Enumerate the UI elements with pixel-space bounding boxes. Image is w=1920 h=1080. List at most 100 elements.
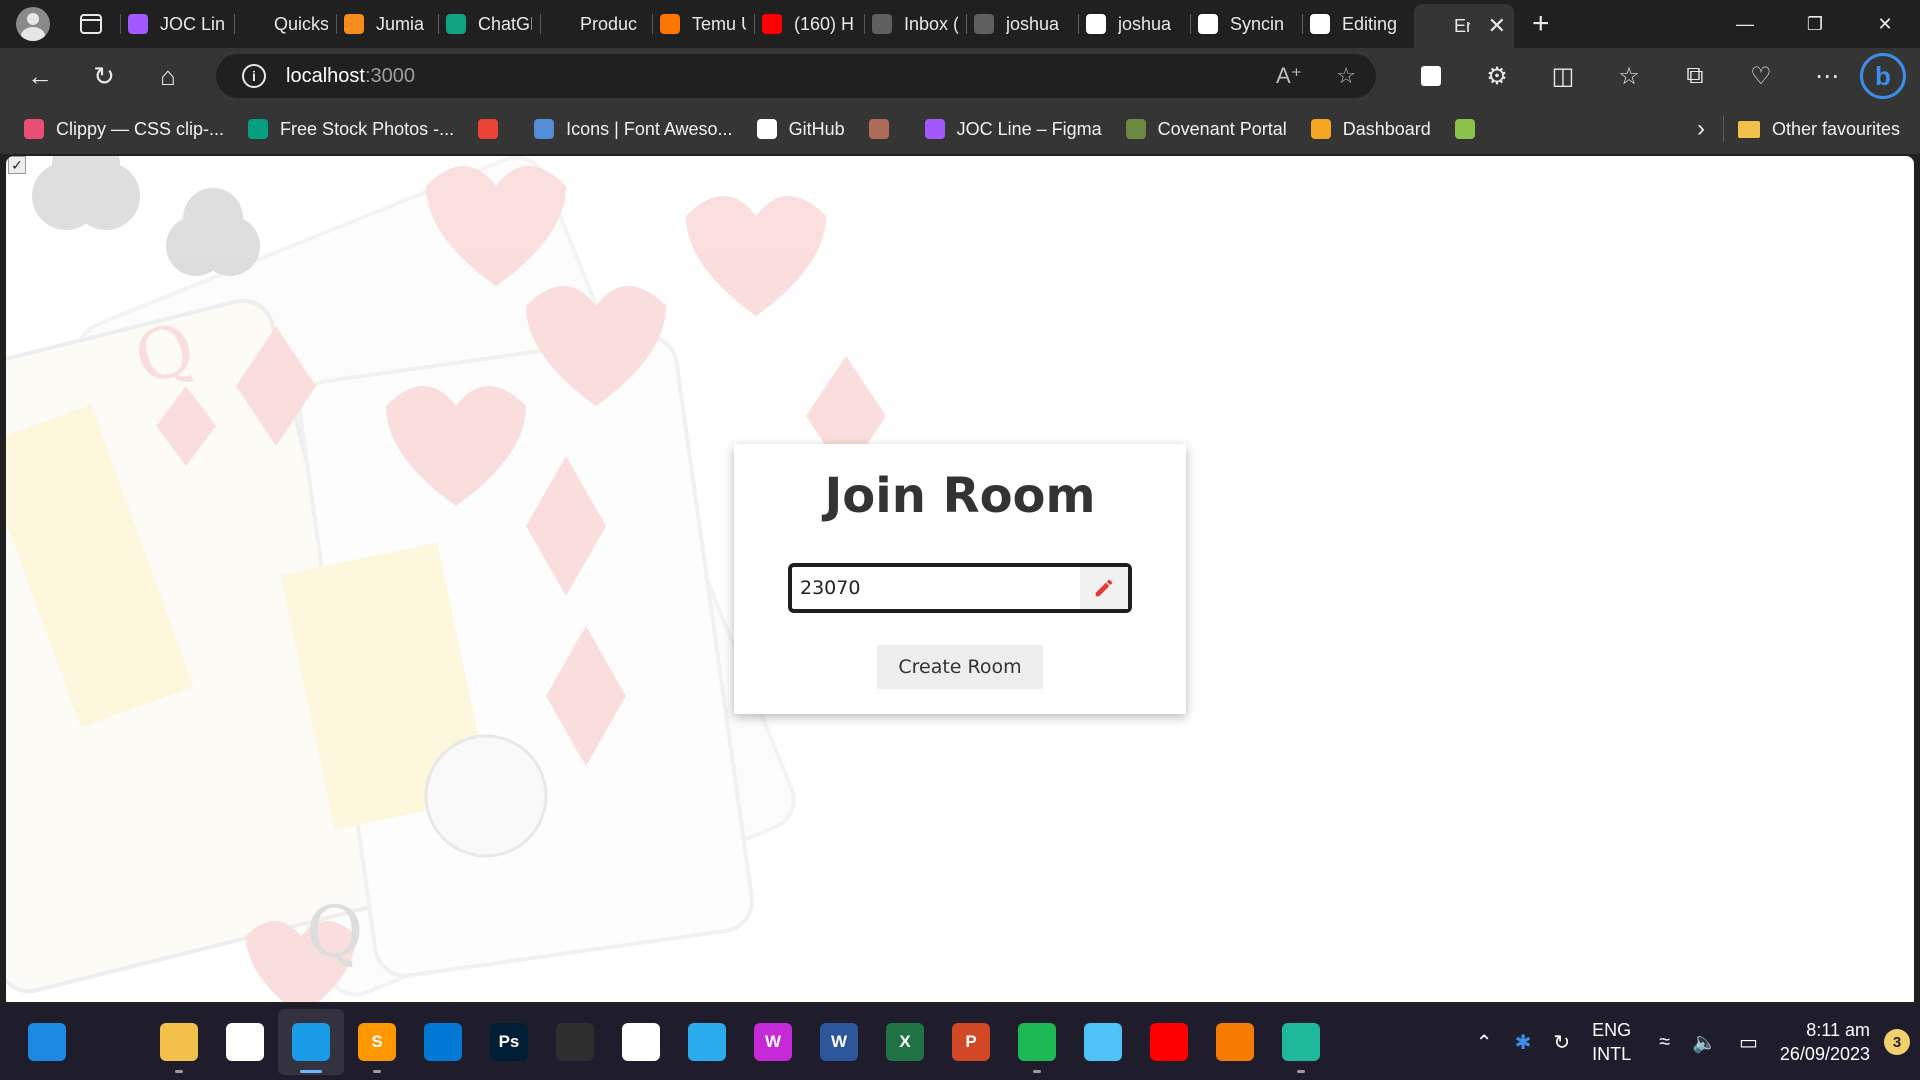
taskbar-app[interactable] (14, 1009, 80, 1075)
browser-tab[interactable]: JOC Lin (120, 4, 234, 44)
browser-tab[interactable]: ChatGP (438, 4, 540, 44)
browser-tab[interactable]: joshua (966, 4, 1078, 44)
pencil-icon (1095, 579, 1113, 597)
volume-icon[interactable]: 🔈 (1692, 1030, 1717, 1055)
battery-icon[interactable]: ▭ (1739, 1030, 1758, 1055)
taskbar-apps: S Ps W W X P (14, 1009, 1334, 1075)
taskbar-app[interactable] (542, 1009, 608, 1075)
taskbar-app[interactable] (1004, 1009, 1070, 1075)
tab-label: Produc (580, 13, 638, 34)
sync-icon[interactable]: ↻ (1553, 1030, 1570, 1055)
close-window-button[interactable]: ✕ (1850, 0, 1920, 48)
browser-tab[interactable]: Syncin (1190, 4, 1302, 44)
address-bar[interactable]: i localhost:3000 A⁺ ☆ (216, 54, 1376, 98)
bluetooth-icon[interactable]: ✱ (1515, 1030, 1532, 1055)
back-button[interactable]: ← (18, 54, 62, 98)
tab-actions-icon[interactable] (80, 14, 102, 34)
minimize-button[interactable]: — (1710, 0, 1780, 48)
font-awesome-icon (534, 119, 555, 139)
taskbar-app[interactable] (674, 1009, 740, 1075)
page-icon (548, 14, 568, 34)
tab-label: joshua (1118, 13, 1172, 34)
browser-tab[interactable]: Temu U (652, 4, 754, 44)
profile-avatar-icon[interactable] (16, 7, 50, 41)
bing-copilot-icon[interactable]: b (1860, 53, 1906, 99)
bookmark-item[interactable]: JOC Line – Figma (924, 118, 1102, 140)
taskbar-app[interactable]: Ps (476, 1009, 542, 1075)
tab-label: Editing (1342, 13, 1398, 34)
edge-dev-icon (1282, 1023, 1320, 1061)
wifi-icon[interactable]: ≈ (1659, 1031, 1670, 1054)
room-code-input[interactable] (800, 577, 1070, 599)
taskbar-app[interactable] (1268, 1009, 1334, 1075)
taskbar-app[interactable] (278, 1009, 344, 1075)
taskbar-app[interactable] (146, 1009, 212, 1075)
create-room-button[interactable]: Create Room (877, 645, 1043, 689)
refresh-button[interactable]: ↻ (82, 54, 126, 98)
address-url[interactable]: localhost:3000 (286, 65, 415, 88)
new-tab-button[interactable]: + (1532, 9, 1550, 39)
favorite-star-icon[interactable]: ☆ (1336, 63, 1356, 89)
taskbar-app[interactable]: X (872, 1009, 938, 1075)
taskbar-app[interactable] (1070, 1009, 1136, 1075)
bookmark-item[interactable]: Free Stock Photos -... (248, 119, 454, 140)
browser-tab[interactable]: Quickst (234, 4, 336, 44)
other-favourites-folder[interactable]: Other favourites (1737, 118, 1900, 140)
other-favourites-label: Other favourites (1771, 118, 1900, 139)
close-tab-icon[interactable]: ✕ (1488, 13, 1506, 39)
browser-tab[interactable]: Inbox ( (864, 4, 966, 44)
collections-icon[interactable]: ⧉ (1662, 62, 1728, 90)
browser-essentials-icon[interactable]: ♡ (1728, 62, 1794, 91)
bookmark-label: JOC Line – Figma (956, 118, 1102, 139)
taskbar-app[interactable] (1136, 1009, 1202, 1075)
page-checkbox-icon[interactable]: ✓ (8, 156, 26, 174)
browser-tab[interactable]: Jumia N (336, 4, 438, 44)
bookmark-item[interactable] (478, 119, 510, 139)
input-language[interactable]: ENG INTL (1592, 1018, 1631, 1066)
wps-office-icon: W (754, 1023, 792, 1061)
browser-tab[interactable]: joshua (1078, 4, 1190, 44)
bookmark-item[interactable]: Icons | Font Aweso... (534, 119, 733, 140)
join-room-title: Join Room (824, 468, 1096, 524)
browser-tab[interactable]: Produc (540, 4, 652, 44)
browser-tab[interactable]: (160) H (754, 4, 864, 44)
more-menu-icon[interactable]: ⋯ (1794, 62, 1860, 91)
site-info-icon[interactable]: i (242, 64, 266, 88)
taskbar-app[interactable] (80, 1009, 146, 1075)
bookmark-item[interactable] (868, 119, 901, 139)
room-code-field[interactable] (788, 563, 1132, 613)
taskbar-app[interactable] (212, 1009, 278, 1075)
taskbar-app[interactable]: W (740, 1009, 806, 1075)
taskbar-app[interactable] (608, 1009, 674, 1075)
taskbar-app[interactable] (1202, 1009, 1268, 1075)
bookmark-item[interactable] (1454, 119, 1487, 139)
tab-label: JOC Lin (160, 13, 226, 34)
favorites-icon[interactable]: ☆ (1596, 62, 1662, 91)
extensions-puzzle-icon[interactable]: ⚙ (1464, 62, 1530, 91)
taskbar-app[interactable]: W (806, 1009, 872, 1075)
bookmark-item[interactable]: Dashboard (1310, 119, 1431, 140)
browser-tab[interactable]: Editing (1302, 4, 1414, 44)
running-indicator (300, 1070, 322, 1073)
taskbar-app[interactable]: P (938, 1009, 1004, 1075)
read-aloud-icon[interactable]: A⁺ (1276, 63, 1302, 89)
clock[interactable]: 8:11 am 26/09/2023 (1780, 1018, 1870, 1066)
taskbar-app[interactable] (410, 1009, 476, 1075)
show-hidden-icons-chevron-icon[interactable]: ⌃ (1476, 1030, 1493, 1055)
more-bookmarks-chevron-icon[interactable]: › (1697, 115, 1705, 143)
bookmark-item[interactable]: GitHub (756, 119, 845, 140)
photoshop-icon: Ps (490, 1023, 528, 1061)
restore-button[interactable]: ❐ (1780, 0, 1850, 48)
home-button[interactable]: ⌂ (146, 54, 190, 98)
taskbar-app[interactable]: S (344, 1009, 410, 1075)
clippy-icon (24, 119, 44, 139)
running-indicator (1033, 1070, 1041, 1073)
notification-badge[interactable]: 3 (1884, 1029, 1910, 1055)
edit-room-button[interactable] (1080, 567, 1128, 609)
bookmark-item[interactable]: Covenant Portal (1125, 119, 1287, 140)
browser-tab[interactable]: Ent ✕ (1414, 4, 1514, 48)
split-screen-icon[interactable]: ◫ (1530, 62, 1596, 91)
language-code: ENG (1592, 1020, 1632, 1040)
extension-app-icon[interactable] (1398, 66, 1464, 86)
bookmark-item[interactable]: Clippy — CSS clip-... (24, 119, 224, 140)
